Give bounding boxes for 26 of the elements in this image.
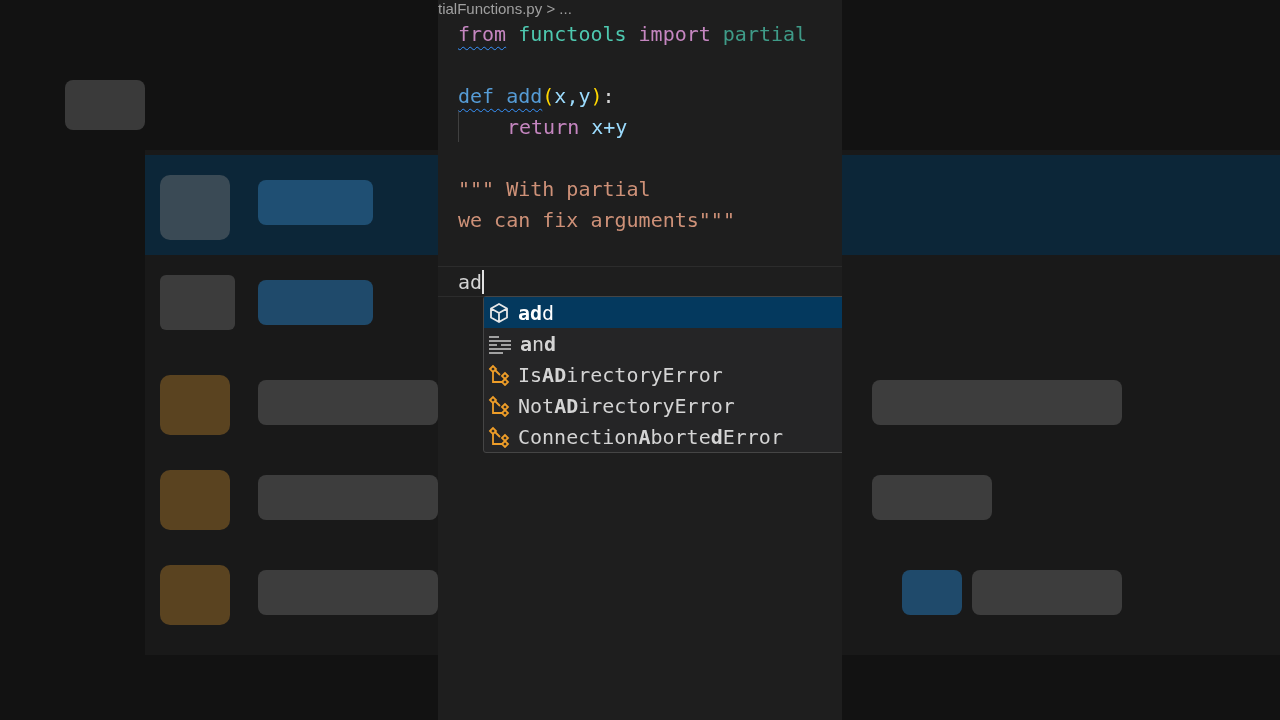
class-icon xyxy=(488,425,510,448)
code-token: we can fix arguments""" xyxy=(458,206,735,234)
class-icon xyxy=(488,363,510,386)
text-lines-icon xyxy=(488,333,512,354)
cube-icon xyxy=(488,301,510,324)
suggestion-item[interactable]: ConnectionAbortedError xyxy=(484,421,842,452)
breadcrumb[interactable]: tialFunctions.py > ... xyxy=(438,0,572,17)
code-token: """ With partial xyxy=(458,175,651,203)
code-token: ) xyxy=(590,82,603,110)
suggestion-item[interactable]: NotADirectoryError xyxy=(484,390,842,421)
suggestion-item[interactable]: and xyxy=(484,328,842,359)
code-token: ( xyxy=(542,82,555,110)
code-token: def add xyxy=(458,82,543,110)
suggestion-item[interactable]: add xyxy=(484,297,842,328)
code-token: from xyxy=(458,20,507,48)
class-icon xyxy=(488,394,510,417)
code-token: functools xyxy=(518,20,627,48)
code-token: import xyxy=(638,20,711,48)
text-cursor xyxy=(482,269,485,294)
code-token: return xyxy=(507,113,580,141)
code-token: partial xyxy=(722,20,808,48)
suggestion-item[interactable]: IsADirectoryError xyxy=(484,359,842,390)
code-token: ad xyxy=(458,268,483,296)
code-token: : xyxy=(602,82,615,110)
code-token: x+y xyxy=(591,113,628,141)
code-token: x,y xyxy=(554,82,591,110)
